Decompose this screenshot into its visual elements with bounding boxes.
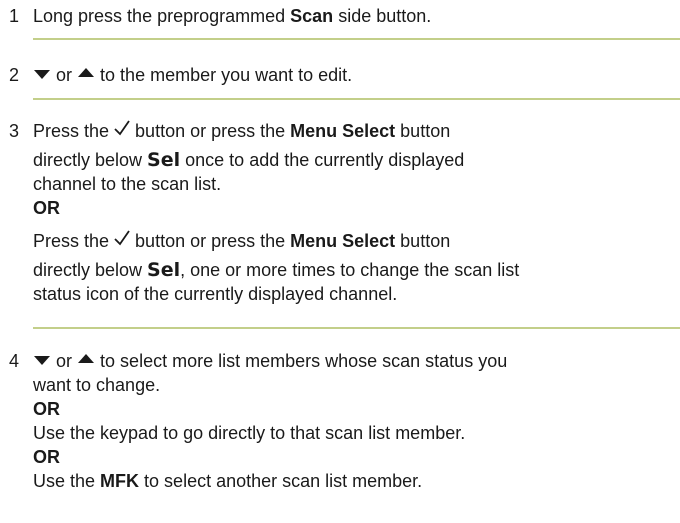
text-fragment: Press the xyxy=(33,231,115,251)
button-name-menu-select: Menu Select xyxy=(290,121,396,141)
step-number: 1 xyxy=(9,6,20,26)
button-name-mfk: MFK xyxy=(100,471,140,491)
checkmark-icon xyxy=(114,120,130,136)
divider xyxy=(33,38,680,40)
text-fragment: directly below xyxy=(33,150,148,170)
step-text: Press the button or press the Menu Selec… xyxy=(33,116,673,306)
text-line: status icon of the currently displayed c… xyxy=(33,284,398,304)
button-name-menu-select: Menu Select xyxy=(290,231,396,251)
divider xyxy=(33,327,680,329)
text-line: channel to the scan list. xyxy=(33,174,222,194)
text-line: want to change. xyxy=(33,375,161,395)
text-fragment: or xyxy=(56,65,73,85)
text-fragment: button xyxy=(395,121,451,141)
text-fragment: Press the xyxy=(33,121,115,141)
step-number: 2 xyxy=(9,65,20,85)
text-fragment: once to add the currently displayed xyxy=(180,150,465,170)
up-arrow-icon xyxy=(78,354,95,363)
text-fragment: button or press the xyxy=(130,231,291,251)
or-label: OR xyxy=(33,198,60,218)
text-fragment: button or press the xyxy=(130,121,291,141)
text-fragment: Use the xyxy=(33,471,101,491)
text-fragment: to select another scan list member. xyxy=(139,471,423,491)
step-text: Long press the preprogrammed Scan side b… xyxy=(33,4,673,28)
or-label: OR xyxy=(33,447,60,467)
down-arrow-icon xyxy=(34,356,50,365)
checkmark-icon xyxy=(114,230,130,246)
text-fragment: side button. xyxy=(333,6,432,26)
step-number: 4 xyxy=(9,351,20,371)
text-fragment: button xyxy=(395,231,451,251)
step-text: or to select more list members whose sca… xyxy=(33,349,673,493)
text-fragment: to select more list members whose scan s… xyxy=(95,351,508,371)
divider xyxy=(33,98,680,100)
display-softkey-sel: Sel xyxy=(147,149,181,171)
text-fragment: to the member you want to edit. xyxy=(95,65,353,85)
down-arrow-icon xyxy=(34,70,50,79)
text-fragment: , one or more times to change the scan l… xyxy=(180,260,520,280)
text-fragment: or xyxy=(56,351,73,371)
text-fragment: directly below xyxy=(33,260,148,280)
or-label: OR xyxy=(33,399,60,419)
button-name-scan: Scan xyxy=(290,6,334,26)
up-arrow-icon xyxy=(78,68,95,77)
text-line: Use the keypad to go directly to that sc… xyxy=(33,423,466,443)
step-number: 3 xyxy=(9,121,20,141)
step-text: or to the member you want to edit. xyxy=(33,63,673,87)
text-fragment: Long press the preprogrammed xyxy=(33,6,291,26)
display-softkey-sel: Sel xyxy=(147,259,181,281)
